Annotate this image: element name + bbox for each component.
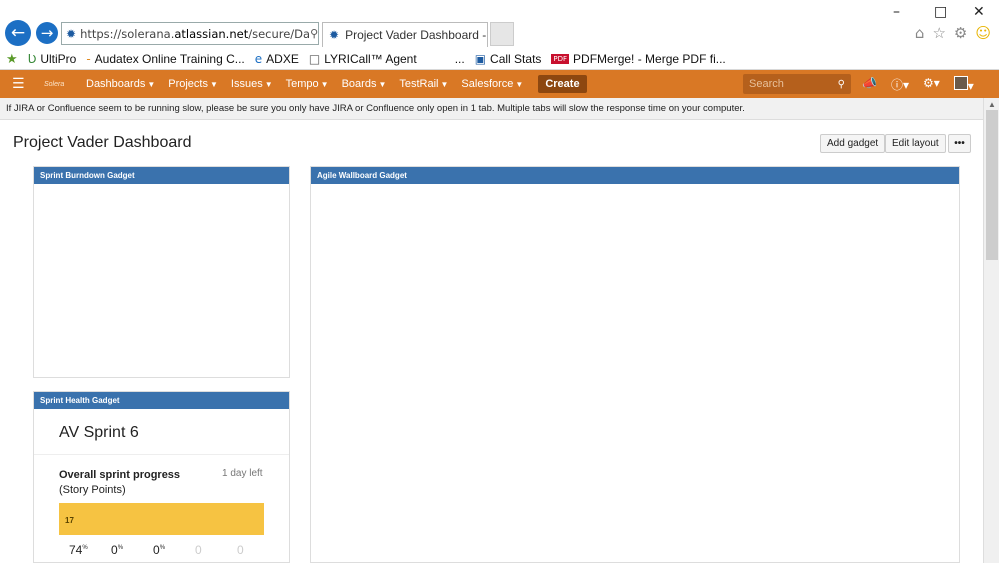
sprint-health-gadget: Sprint Health Gadget AV Sprint 6 Overall… bbox=[33, 391, 290, 563]
search-icon[interactable]: ⚲ bbox=[310, 27, 318, 40]
menu-dashboards[interactable]: Dashboards ▼ bbox=[86, 78, 155, 90]
gadget-title[interactable]: Sprint Health Gadget bbox=[34, 392, 289, 409]
create-button[interactable]: Create bbox=[538, 75, 587, 93]
divider bbox=[34, 454, 289, 455]
chevron-down-icon: ▼ bbox=[147, 80, 156, 89]
chevron-down-icon: ▼ bbox=[515, 80, 524, 89]
new-tab-button[interactable] bbox=[490, 22, 514, 46]
audatex-icon: - bbox=[86, 52, 91, 66]
minimize-icon[interactable]: – bbox=[893, 4, 900, 20]
help-icon[interactable]: ⓘ▾ bbox=[891, 76, 909, 93]
stat-value: 0 bbox=[237, 543, 244, 557]
add-gadget-button[interactable]: Add gadget bbox=[820, 134, 886, 153]
sprint-name: AV Sprint 6 bbox=[59, 424, 139, 441]
favorite-audatex[interactable]: - Audatex Online Training C... bbox=[86, 52, 244, 66]
agile-wallboard-gadget: Agile Wallboard Gadget bbox=[310, 166, 960, 563]
stat-value: 74% bbox=[69, 543, 88, 557]
favorite-adxe[interactable]: e ADXE bbox=[255, 52, 299, 66]
sprint-stats: 74% 0% 0% 0 0 bbox=[69, 543, 279, 557]
feedback-smiley-icon[interactable]: ☺ bbox=[975, 24, 991, 42]
gadget-title[interactable]: Sprint Burndown Gadget bbox=[34, 167, 289, 184]
ultipro-icon: Ʋ bbox=[27, 52, 37, 66]
menu-tempo[interactable]: Tempo ▼ bbox=[286, 78, 329, 90]
favorites-star-icon[interactable]: ☆ bbox=[932, 24, 945, 42]
home-icon[interactable]: ⌂ bbox=[915, 24, 925, 42]
tab-title: Project Vader Dashboard - S... bbox=[345, 28, 487, 42]
forward-arrow-icon[interactable]: → bbox=[36, 22, 58, 44]
menu-projects[interactable]: Projects ▼ bbox=[168, 78, 218, 90]
gadget-title[interactable]: Agile Wallboard Gadget bbox=[311, 167, 959, 184]
search-icon: ⚲ bbox=[837, 78, 845, 90]
chevron-down-icon: ▼ bbox=[264, 80, 273, 89]
close-window-icon[interactable]: ✕ bbox=[973, 4, 985, 20]
sprint-progress-bar: 17 bbox=[59, 503, 264, 535]
settings-gear-icon[interactable]: ⚙ bbox=[954, 24, 967, 42]
pdf-icon: PDF bbox=[551, 54, 570, 64]
favorites-more[interactable]: ... bbox=[455, 52, 465, 66]
solera-logo[interactable]: Solera bbox=[44, 81, 68, 88]
stat-value: 0% bbox=[153, 543, 166, 557]
search-input[interactable]: Search ⚲ bbox=[743, 74, 851, 94]
main-menu: Dashboards ▼ Projects ▼ Issues ▼ Tempo ▼ Boa… bbox=[86, 78, 536, 90]
days-left: 1 day left bbox=[222, 468, 263, 479]
ie-icon: e bbox=[254, 52, 263, 66]
add-favorites-icon[interactable]: ★ bbox=[6, 51, 18, 67]
site-favicon-icon: ✹ bbox=[66, 26, 77, 41]
favorite-pdfmerge[interactable]: PDF PDFMerge! - Merge PDF fi... bbox=[551, 52, 726, 66]
page-title: Project Vader Dashboard bbox=[13, 134, 192, 151]
chevron-down-icon: ▼ bbox=[320, 80, 329, 89]
browser-chrome: ← → ✹ https://solerana.atlassian.net/sec… bbox=[0, 0, 999, 70]
hamburger-menu-icon[interactable]: ☰ bbox=[12, 76, 30, 92]
menu-boards[interactable]: Boards ▼ bbox=[342, 78, 387, 90]
menu-salesforce[interactable]: Salesforce ▼ bbox=[461, 78, 523, 90]
scroll-up-arrow-icon[interactable]: ▲ bbox=[988, 100, 996, 109]
menu-issues[interactable]: Issues ▼ bbox=[231, 78, 273, 90]
progress-label: Overall sprint progress (Story Points) bbox=[59, 469, 181, 496]
jira-header: ☰ Solera Dashboards ▼ Projects ▼ Issues ▼ T… bbox=[0, 70, 999, 98]
sprint-burndown-gadget: Sprint Burndown Gadget bbox=[33, 166, 290, 378]
edit-layout-button[interactable]: Edit layout bbox=[885, 134, 946, 153]
favorite-call-stats[interactable]: ▣ Call Stats bbox=[475, 52, 542, 66]
stat-value: 0% bbox=[111, 543, 124, 557]
chevron-down-icon: ▼ bbox=[440, 80, 449, 89]
scroll-thumb[interactable] bbox=[986, 110, 998, 260]
tab-favicon-icon: ✹ bbox=[329, 28, 340, 42]
favorite-ultipro[interactable]: Ʋ UltiPro bbox=[28, 52, 77, 66]
page-scrollbar[interactable]: ▲ bbox=[983, 98, 999, 563]
favorite-lyricall[interactable]: □ LYRICall™ Agent bbox=[309, 52, 417, 66]
slowness-notice: If JIRA or Confluence seem to be running… bbox=[0, 98, 983, 120]
chevron-down-icon: ▼ bbox=[210, 80, 218, 89]
chevron-down-icon: ▼ bbox=[378, 80, 387, 89]
progress-fill bbox=[59, 503, 264, 535]
more-options-button[interactable]: ••• bbox=[948, 134, 971, 153]
megaphone-icon[interactable]: 📣 bbox=[862, 76, 877, 93]
address-url: https://solerana.atlassian.net/secure/Da bbox=[80, 26, 311, 41]
maximize-icon[interactable]: □ bbox=[934, 4, 947, 20]
menu-testrail[interactable]: TestRail ▼ bbox=[399, 78, 448, 90]
stat-value: 0 bbox=[195, 543, 202, 557]
back-arrow-icon[interactable]: ← bbox=[5, 20, 31, 46]
user-avatar[interactable]: ▾ bbox=[953, 76, 974, 93]
progress-value: 17 bbox=[65, 516, 74, 525]
address-bar[interactable]: ✹ https://solerana.atlassian.net/secure/… bbox=[61, 22, 319, 45]
favorites-bar: ★ Ʋ UltiPro - Audatex Online Training C...… bbox=[0, 49, 999, 69]
page-icon: □ bbox=[308, 52, 321, 66]
callstats-icon: ▣ bbox=[474, 52, 487, 66]
admin-gear-icon[interactable]: ⚙▾ bbox=[923, 76, 940, 93]
browser-tab[interactable]: ✹ Project Vader Dashboard - S... × bbox=[322, 22, 488, 47]
